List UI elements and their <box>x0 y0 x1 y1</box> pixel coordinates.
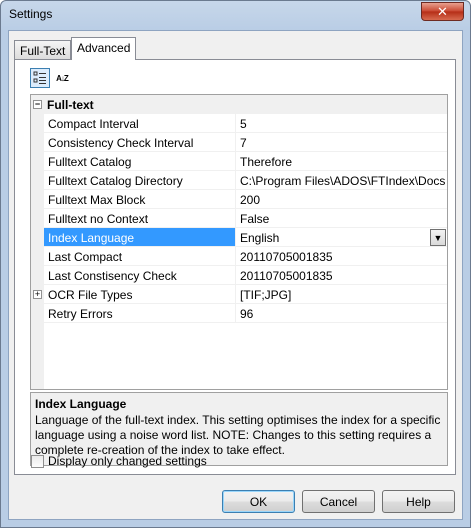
row-gutter <box>31 209 44 228</box>
advanced-tab-panel: A↓Z − Full-text Compact Interval 5 Consi… <box>14 59 456 475</box>
tab-advanced-label: Advanced <box>77 41 131 55</box>
property-value[interactable]: 20110705001835 <box>236 266 447 285</box>
cancel-button-label: Cancel <box>319 494 358 509</box>
property-value[interactable]: [TIF;JPG] <box>236 285 447 304</box>
property-name[interactable]: Index Language <box>44 228 236 247</box>
changed-settings-option[interactable]: Display only changed settings <box>31 454 207 468</box>
help-button-label: Help <box>406 494 431 509</box>
collapse-icon[interactable]: − <box>33 100 42 109</box>
property-name[interactable]: Fulltext Max Block <box>44 190 236 209</box>
property-value[interactable]: 20110705001835 <box>236 247 447 266</box>
row-gutter <box>31 228 44 247</box>
tab-full-text[interactable]: Full-Text <box>14 40 72 59</box>
categorized-button[interactable] <box>30 68 50 88</box>
display-changed-label[interactable]: Display only changed settings <box>48 454 207 468</box>
language-select-value[interactable]: English <box>236 228 447 247</box>
chevron-down-icon: ▼ <box>433 232 443 243</box>
tab-advanced[interactable]: Advanced <box>71 37 137 60</box>
help-button[interactable]: Help <box>382 490 455 513</box>
display-changed-checkbox[interactable] <box>31 454 44 468</box>
category-row-full-text[interactable]: − Full-text <box>31 95 447 114</box>
property-row-last-consistency-check[interactable]: Last Constisency Check 20110705001835 <box>31 266 447 285</box>
property-name[interactable]: Fulltext Catalog Directory <box>44 171 236 190</box>
description-title: Index Language <box>35 397 127 411</box>
property-value[interactable]: 96 <box>236 304 447 323</box>
property-row-fulltext-catalog[interactable]: Fulltext Catalog Therefore <box>31 152 447 171</box>
property-row-consistency-check-interval[interactable]: Consistency Check Interval 7 <box>31 133 447 152</box>
property-row-fulltext-max-block[interactable]: Fulltext Max Block 200 <box>31 190 447 209</box>
row-gutter <box>31 266 44 285</box>
property-name[interactable]: Retry Errors <box>44 304 236 323</box>
property-name[interactable]: Fulltext Catalog <box>44 152 236 171</box>
window-title: Settings <box>9 7 53 21</box>
property-name[interactable]: Compact Interval <box>44 114 236 133</box>
property-grid-toolbar: A↓Z <box>30 68 72 90</box>
language-dropdown-button[interactable]: ▼ <box>430 229 446 246</box>
row-gutter <box>31 247 44 266</box>
ok-button[interactable]: OK <box>222 490 295 513</box>
row-gutter <box>31 133 44 152</box>
sort-alphabetical-icon: A↓Z <box>56 73 69 83</box>
property-name[interactable]: OCR File Types <box>44 285 236 304</box>
category-label: Full-text <box>47 98 94 112</box>
property-row-ocr-file-types[interactable]: + OCR File Types [TIF;JPG] <box>31 285 447 304</box>
property-value[interactable]: 200 <box>236 190 447 209</box>
property-value[interactable]: C:\Program Files\ADOS\FTIndex\Docs <box>236 171 447 190</box>
description-text: Language of the full-text index. This se… <box>35 413 441 457</box>
tab-full-text-label: Full-Text <box>20 44 66 58</box>
row-gutter <box>31 190 44 209</box>
property-row-retry-errors[interactable]: Retry Errors 96 <box>31 304 447 323</box>
cancel-button[interactable]: Cancel <box>302 490 375 513</box>
row-gutter <box>31 171 44 190</box>
expand-icon[interactable]: + <box>33 290 42 299</box>
property-row-fulltext-catalog-directory[interactable]: Fulltext Catalog Directory C:\Program Fi… <box>31 171 447 190</box>
property-row-compact-interval[interactable]: Compact Interval 5 <box>31 114 447 133</box>
dialog-client-area: Full-Text Advanced A↓Z − Full-text Compa… <box>8 30 463 520</box>
categorized-icon <box>33 71 46 84</box>
property-value[interactable]: 5 <box>236 114 447 133</box>
property-row-last-compact[interactable]: Last Compact 20110705001835 <box>31 247 447 266</box>
settings-dialog: Settings ✕ Full-Text Advanced A↓Z − Full… <box>0 0 471 528</box>
ok-button-label: OK <box>249 494 268 509</box>
title-bar[interactable]: Settings ✕ <box>1 1 470 29</box>
property-grid[interactable]: − Full-text Compact Interval 5 Consisten… <box>30 94 448 390</box>
close-button[interactable]: ✕ <box>421 2 464 21</box>
property-value[interactable]: 7 <box>236 133 447 152</box>
property-name[interactable]: Last Constisency Check <box>44 266 236 285</box>
row-gutter <box>31 114 44 133</box>
alphabetical-button[interactable]: A↓Z <box>52 68 72 88</box>
property-row-fulltext-no-context[interactable]: Fulltext no Context False <box>31 209 447 228</box>
row-gutter <box>31 152 44 171</box>
property-value[interactable]: Therefore <box>236 152 447 171</box>
property-name[interactable]: Fulltext no Context <box>44 209 236 228</box>
property-row-index-language[interactable]: Index Language English ▼ <box>31 228 447 247</box>
close-icon: ✕ <box>437 3 448 19</box>
row-gutter: + <box>31 285 44 304</box>
grid-gutter-fill <box>31 323 44 389</box>
row-gutter <box>31 304 44 323</box>
property-value[interactable]: False <box>236 209 447 228</box>
property-name[interactable]: Last Compact <box>44 247 236 266</box>
property-name[interactable]: Consistency Check Interval <box>44 133 236 152</box>
